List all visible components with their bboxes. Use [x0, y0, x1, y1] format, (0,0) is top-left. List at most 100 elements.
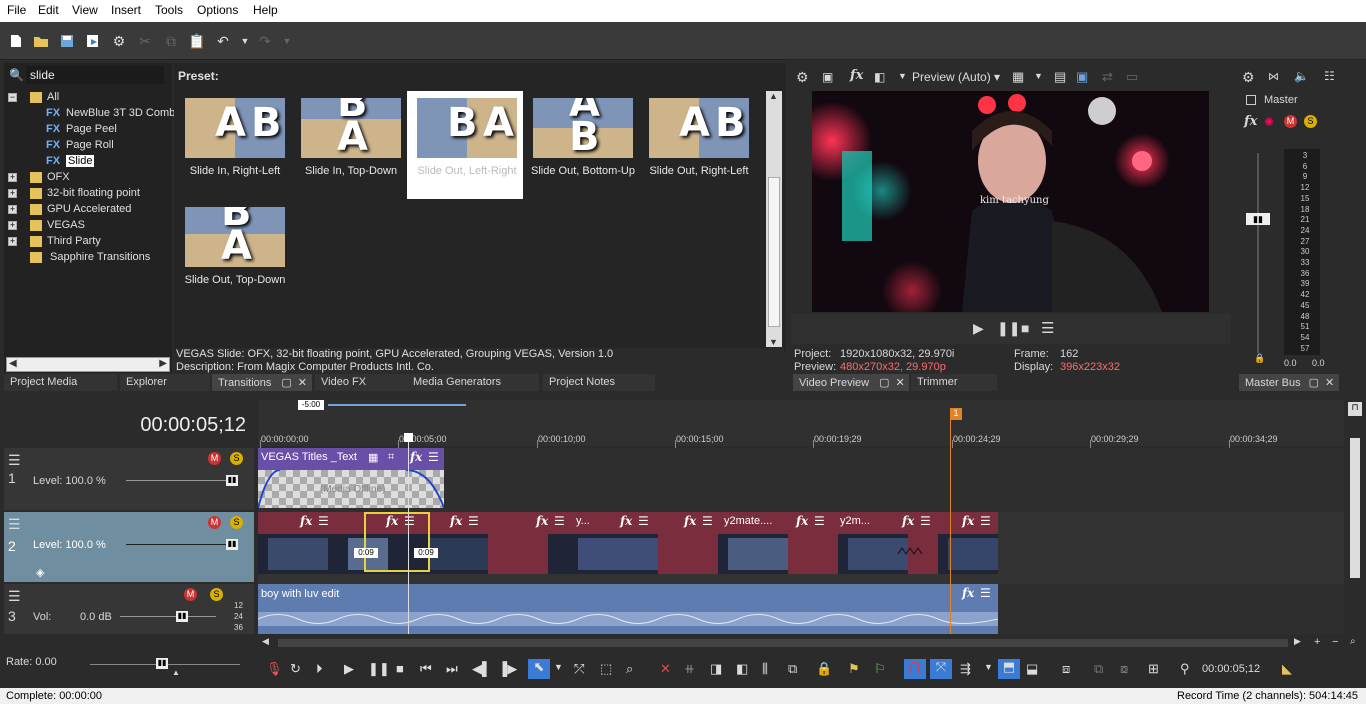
preset-label[interactable]: Slide Out, Right-Left [641, 165, 757, 177]
preview-pause-icon[interactable]: ❚❚ [997, 320, 1020, 337]
speaker-icon[interactable]: 🔈 [1294, 69, 1309, 83]
clip-menu-icon[interactable]: ☰ [554, 514, 565, 528]
expand-icon[interactable]: + [8, 173, 17, 182]
track-3-solo-icon[interactable]: S [210, 588, 223, 601]
zoom-in-icon[interactable]: + [1314, 636, 1320, 648]
preset-label[interactable]: Slide In, Top-Down [293, 165, 409, 177]
zoom-icon[interactable]: ⌕ [1350, 636, 1356, 647]
preset-label[interactable]: Slide Out, Top-Down [177, 274, 293, 286]
track-3-header[interactable]: ☰ 3 M S Vol: 0.0 dB ▮▮ 12 24 36 [4, 584, 254, 634]
preview-device-icon[interactable]: ▣ [822, 70, 833, 84]
audio-clip-menu-icon[interactable]: ☰ [980, 586, 991, 600]
composite-mode-icon[interactable]: ◈ [36, 566, 44, 579]
snapping-icon[interactable]: ⋂ [904, 659, 926, 679]
normal-edit-tool-icon[interactable]: ⬉ [528, 659, 550, 679]
master-checkbox[interactable] [1246, 95, 1256, 105]
tree-item[interactable]: Sapphire Transitions [6, 250, 170, 266]
preset-thumbnail[interactable]: AB [649, 98, 749, 158]
playhead[interactable] [408, 434, 409, 634]
record-icon[interactable]: 🎙 [266, 661, 283, 677]
master-settings-gear-icon[interactable]: ⚙ [1242, 69, 1255, 86]
collapse-icon[interactable]: − [8, 93, 17, 102]
edit-tool-dropdown-icon[interactable]: ▼ [554, 662, 563, 672]
track-1-level-slider[interactable] [126, 480, 236, 481]
previous-frame-icon[interactable]: ◀▌ [472, 661, 491, 677]
tab-project-notes[interactable]: Project Notes [543, 374, 655, 391]
timeline-vscroll-thumb[interactable] [1350, 438, 1360, 578]
lock-icon[interactable]: 🔒 [1254, 353, 1265, 364]
tab-project-media[interactable]: Project Media [4, 374, 117, 391]
auto-crossfade-icon[interactable]: ⤧ [930, 659, 952, 679]
tree-item[interactable]: FX Page Peel [6, 122, 170, 138]
marker-1[interactable]: 1 [950, 408, 962, 420]
clip-menu-icon[interactable]: ☰ [980, 514, 991, 528]
split-dropdown-icon[interactable]: ▼ [898, 71, 907, 81]
ripple-dropdown-icon[interactable]: ▼ [984, 662, 993, 672]
tab-trimmer[interactable]: Trimmer [911, 374, 997, 391]
insert-marker-icon[interactable]: ⚑ [848, 661, 860, 677]
tab-master-bus[interactable]: Master Bus ▢ ✕ [1239, 374, 1339, 391]
preview-settings-gear-icon[interactable]: ⚙ [796, 69, 809, 86]
search-field[interactable]: slide [26, 66, 164, 84]
preview-quality-select[interactable]: Preview (Auto) ▾ [912, 70, 1000, 84]
expand-icon[interactable]: + [8, 237, 17, 246]
preview-stop-icon[interactable]: ■ [1021, 320, 1029, 336]
selection-tool-icon[interactable]: ⬚ [600, 661, 612, 677]
go-to-start-icon[interactable]: ⏮ [420, 661, 432, 677]
play-from-start-icon[interactable]: ⏵ [316, 661, 323, 677]
clip-fx-icon[interactable]: fx [536, 514, 548, 528]
menu-help[interactable]: Help [253, 3, 278, 17]
insert-region-icon[interactable]: ⚐ [874, 661, 886, 677]
menu-edit[interactable]: Edit [38, 3, 59, 17]
tree-item[interactable]: FX NewBlue 3T 3D Comb [6, 106, 175, 122]
scroll-left-icon[interactable]: ◀ [9, 358, 17, 369]
track-3-slider-thumb[interactable]: ▮▮ [176, 611, 188, 622]
properties-gear-icon[interactable]: ⚙ [110, 32, 128, 50]
save-snapshot-icon[interactable]: ▣ [1076, 69, 1088, 85]
tree-item[interactable]: + Third Party [6, 234, 170, 250]
delete-icon[interactable]: ✕ [660, 661, 671, 677]
tree-horizontal-scrollbar[interactable]: ◀ ▶ [6, 357, 170, 372]
undock-icon[interactable]: ▢ [1309, 377, 1319, 389]
clip-fx-icon[interactable]: fx [300, 514, 312, 528]
preset-vertical-scrollbar[interactable]: ▲ ▼ [766, 91, 782, 347]
crop-icon[interactable]: ⌗ [388, 451, 394, 464]
preset-label[interactable]: Slide Out, Bottom-Up [525, 165, 641, 177]
copy-icon[interactable]: ⧉ [162, 32, 180, 50]
add-track-icon[interactable]: ⊞ [1148, 661, 1159, 677]
clip-menu-icon[interactable]: ☰ [638, 514, 649, 528]
automation-icon[interactable]: ✺ [1264, 115, 1274, 129]
clip-fx-icon[interactable]: fx [684, 514, 696, 528]
master-fader-handle[interactable]: ▮▮ [1246, 213, 1270, 225]
tree-item[interactable]: + OFX [6, 170, 170, 186]
track-menu-icon[interactable]: ☰ [8, 588, 21, 605]
lock-envelopes-icon[interactable]: ⬒ [998, 659, 1020, 679]
preview-play-icon[interactable]: ▶ [973, 320, 984, 337]
track-2-slider-thumb[interactable]: ▮▮ [226, 539, 238, 550]
clip-fx-icon[interactable]: fx [410, 450, 422, 464]
track-1-mute-icon[interactable]: M [208, 452, 221, 465]
trim-icon[interactable]: ⧺ [684, 661, 695, 677]
zoom-out-icon[interactable]: − [1332, 636, 1338, 648]
track-2-solo-icon[interactable]: S [230, 516, 243, 529]
timeline-horizontal-scrollbar[interactable]: ◀ ▶ + − ⌕ [258, 636, 1362, 650]
copy-snapshot-icon[interactable]: ▤ [1054, 69, 1066, 85]
trim-start-icon[interactable]: ◨ [710, 661, 722, 677]
paste-icon[interactable]: 📋 [188, 32, 206, 50]
preset-thumbnail[interactable]: BA [301, 98, 401, 158]
solo-icon[interactable]: S [1304, 115, 1317, 128]
close-icon[interactable]: ✕ [298, 377, 307, 389]
audio-clip[interactable]: boy with luv edit fx ☰ [258, 584, 998, 634]
tab-transitions[interactable]: Transitions ▢ ✕ [212, 374, 312, 391]
hscroll-right-icon[interactable]: ▶ [1294, 636, 1301, 647]
preview-menu-icon[interactable]: ☰ [1041, 319, 1054, 337]
tree-item[interactable]: + GPU Accelerated [6, 202, 170, 218]
expand-icon[interactable]: + [8, 189, 17, 198]
video-fx-icon[interactable]: fx [850, 68, 863, 83]
ignore-event-grouping-icon[interactable]: ⬓ [1026, 661, 1038, 677]
sync-icon[interactable]: ⇄ [1102, 69, 1113, 85]
track-2-level-slider[interactable] [126, 544, 236, 545]
video-clips-strip[interactable]: 0:09 0:09 y... y2mate.... y2m... fx ☰ fx ☰ f… [258, 512, 998, 574]
preset-thumbnail[interactable]: BA [185, 207, 285, 267]
menu-insert[interactable]: Insert [111, 3, 141, 17]
